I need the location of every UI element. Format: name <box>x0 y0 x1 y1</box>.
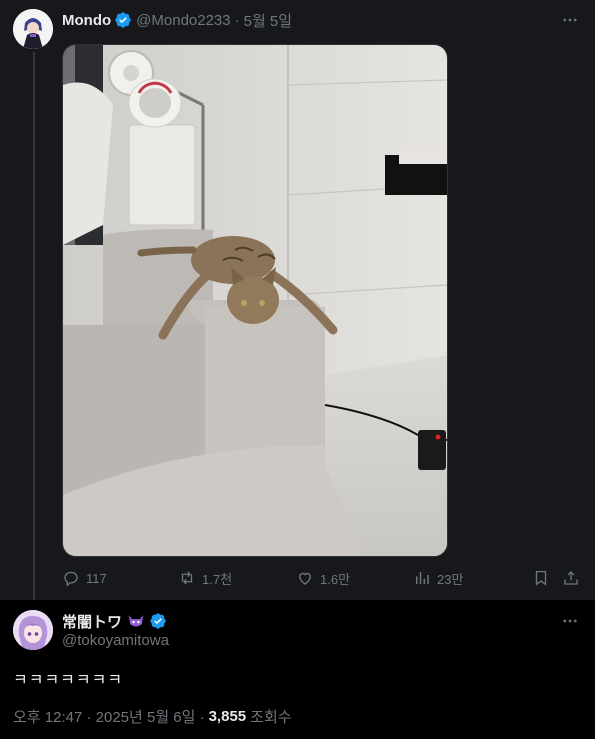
retweet-button[interactable]: 1.7천 <box>178 566 232 590</box>
like-count: 1.6만 <box>320 571 351 587</box>
more-options-icon[interactable] <box>560 611 580 631</box>
author-handle[interactable]: @tokoyamitowa <box>62 632 169 649</box>
avatar-purple-hair-character-icon <box>13 610 53 650</box>
quoted-tweet[interactable]: Mondo @Mondo2233 · 5월 5일 117 1.7천 1.6만 2… <box>0 0 595 600</box>
tweet-photo[interactable] <box>62 44 448 557</box>
heart-icon <box>299 572 311 585</box>
avatar[interactable] <box>13 9 53 49</box>
like-button[interactable]: 1.6만 <box>296 566 350 590</box>
avatar-anime-character-icon <box>13 9 53 49</box>
views-button[interactable]: 23만 <box>413 566 463 590</box>
tweet-date[interactable]: 5월 5일 <box>244 10 292 31</box>
views-count: 23만 <box>437 571 464 587</box>
tweet-action-bar: 117 1.7천 1.6만 23만 <box>62 566 582 590</box>
reply-tweet-header: 常闇トワ <box>62 611 167 631</box>
purple-devil-emoji-icon <box>129 615 144 627</box>
thread-connector-line <box>33 52 35 600</box>
share-icon <box>564 571 578 585</box>
dot-separator: · <box>234 11 240 29</box>
views-label: 조회수 <box>250 709 292 726</box>
quoted-tweet-header: Mondo @Mondo2233 · 5월 5일 <box>62 10 292 30</box>
cat-on-sofa-photo-image <box>63 45 447 556</box>
bookmark-icon <box>535 570 547 586</box>
author-name[interactable]: 常闇トワ <box>62 611 122 632</box>
verified-badge-icon <box>115 12 131 28</box>
author-name[interactable]: Mondo <box>62 12 111 29</box>
views-count: 3,855 <box>208 708 247 725</box>
author-handle[interactable]: @Mondo2233 <box>136 12 230 29</box>
tweet-text: ㅋㅋㅋㅋㅋㅋㅋ <box>13 672 124 689</box>
reply-button[interactable]: 117 <box>62 566 107 590</box>
avatar[interactable] <box>13 610 53 650</box>
tweet-timestamp[interactable]: 오후 12:47 · 2025년 5월 6일 · <box>13 706 205 727</box>
reply-count: 117 <box>86 570 107 586</box>
tweet-meta: 오후 12:47 · 2025년 5월 6일 · 3,855 조회수 <box>13 706 292 727</box>
retweet-icon <box>181 571 193 585</box>
verified-badge-icon <box>150 613 166 629</box>
share-button[interactable] <box>562 566 586 590</box>
analytics-bars-icon <box>416 572 429 584</box>
more-options-icon[interactable] <box>560 10 580 30</box>
retweet-count: 1.7천 <box>202 571 233 587</box>
reply-icon <box>64 571 78 587</box>
bookmark-button[interactable] <box>532 566 556 590</box>
